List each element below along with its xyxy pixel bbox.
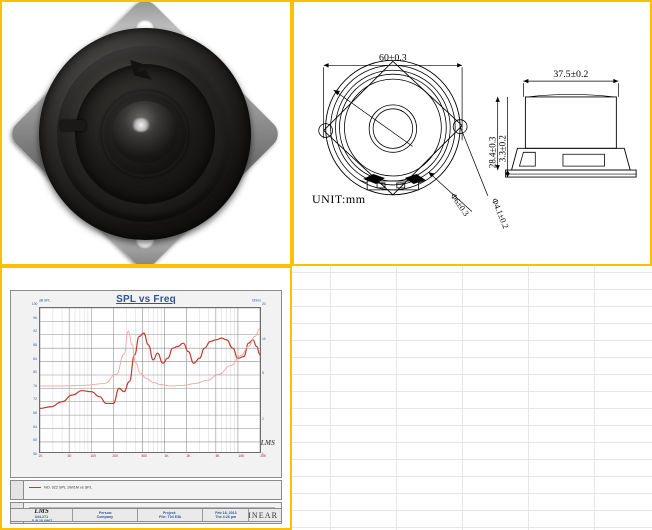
speaker-driver-image: [6, 2, 284, 264]
legend-item: NO. 022 SPL 1W/1M vs SPL: [29, 485, 92, 490]
front-hole-dimension: Φ4.1±0.2: [490, 197, 510, 230]
y2-tick-label: 20: [262, 302, 266, 307]
x-tick-label: 50: [68, 454, 72, 459]
x-tick-label: 1K: [164, 454, 169, 459]
chart-frame: SPL vs Freq dB SPL Ohms 56 60 64 68 72 76 80 84…: [10, 290, 282, 478]
chart-legend-box: NO. 022 SPL 1W/1M vs SPL: [10, 480, 282, 500]
y2-tick-label: 10: [262, 337, 266, 342]
y-tick-label: 96: [33, 316, 37, 320]
footer-cell: LINEAR X: [249, 509, 281, 521]
footer-cell: Feb 18, 2013 The 4:26 pm: [203, 509, 250, 521]
x-tick-label: 500: [141, 454, 148, 459]
legend-tab: [11, 481, 24, 499]
side-height-dimension: 28.4±0.3: [488, 136, 498, 168]
legend-color-swatch: [29, 486, 41, 488]
x-tick-label: 20K: [260, 454, 267, 459]
unit-label: UNIT:mm: [312, 192, 366, 206]
y-tick-label: 68: [33, 411, 37, 416]
dimension-drawing-panel: 60±0.3 Φ4.1±0.2 Φ6±0.3 37.5±0.2 28.4±0.3…: [292, 0, 652, 266]
chart-curves: [40, 308, 260, 452]
x-tick-label: 100: [90, 454, 96, 459]
side-flange-thickness-dimension: 3.3±0.2: [498, 135, 508, 162]
footer-cell: Project: File: T04 E3b: [138, 509, 203, 521]
y-tick-label: 88: [33, 343, 37, 348]
y-tick-label: 80: [33, 370, 37, 375]
footer-cell-line: The 4:26 pm: [214, 514, 236, 520]
dimension-drawing: 60±0.3 Φ4.1±0.2 Φ6±0.3 37.5±0.2 28.4±0.3…: [318, 52, 637, 230]
right-axis-header: Ohms: [252, 299, 261, 303]
x-tick-label: 2K: [186, 454, 191, 459]
y-tick-label: 84: [33, 357, 37, 361]
terminal-lead: [60, 120, 86, 131]
y-tick-label: 56: [33, 452, 37, 457]
lms-watermark: LMS: [260, 439, 275, 447]
product-photo-panel: [0, 0, 292, 266]
x-tick-label: 20: [38, 454, 43, 459]
chart-plot-area: [39, 307, 261, 453]
y-tick-label: 60: [33, 438, 37, 443]
left-axis-header: dB SPL: [39, 299, 51, 303]
footer-cell-line: LINEAR X: [249, 510, 281, 520]
x-axis-ticks: 20 50 100 200 500 1K 2K 5K 10K 20K: [38, 454, 267, 465]
y-axis-right-ticks: 1 2 5 10 20: [262, 302, 280, 457]
chart-footer: LMS 644-271 JLB 10-0907 Person: Company Proje…: [10, 508, 282, 522]
y-tick-label: 92: [33, 329, 37, 334]
front-width-dimension: 60±0.3: [379, 52, 407, 63]
footer-cell-line: JLB 10-0907: [31, 518, 53, 521]
y-tick-label: 100: [31, 302, 37, 307]
spl-chart-panel: SPL vs Freq dB SPL Ohms 56 60 64 68 72 76 80 84…: [0, 266, 292, 530]
y-tick-label: 76: [33, 384, 37, 389]
x-tick-label: 10K: [238, 454, 244, 459]
chart-title: SPL vs Freq: [116, 294, 176, 305]
footer-cell: Person: Company: [73, 509, 139, 521]
x-tick-label: 5K: [216, 454, 221, 459]
legend-label: NO. 022 SPL 1W/1M vs SPL: [44, 484, 92, 490]
y2-tick-label: 2: [262, 417, 264, 422]
footer-cell-line: Company: [96, 514, 114, 520]
front-inner-dimension: Φ6±0.3: [449, 192, 471, 218]
product-photo: [2, 2, 290, 264]
x-tick-label: 200: [112, 454, 118, 459]
highlight-glint: [131, 117, 151, 132]
spec-sheet: 60±0.3 Φ4.1±0.2 Φ6±0.3 37.5±0.2 28.4±0.3…: [0, 0, 652, 530]
y2-tick-label: 5: [262, 372, 264, 376]
y-axis-left-ticks: 56 60 64 68 72 76 80 84 88 92 96 100: [13, 302, 37, 457]
y-tick-label: 64: [33, 425, 37, 430]
side-width-dimension: 37.5±0.2: [553, 69, 588, 80]
footer-cell-line: File: T04 E3b: [158, 514, 182, 520]
dust-cap-dome: [112, 100, 178, 163]
footer-cell: LMS 644-271 JLB 10-0907: [11, 509, 74, 521]
y-tick-label: 72: [33, 398, 37, 402]
